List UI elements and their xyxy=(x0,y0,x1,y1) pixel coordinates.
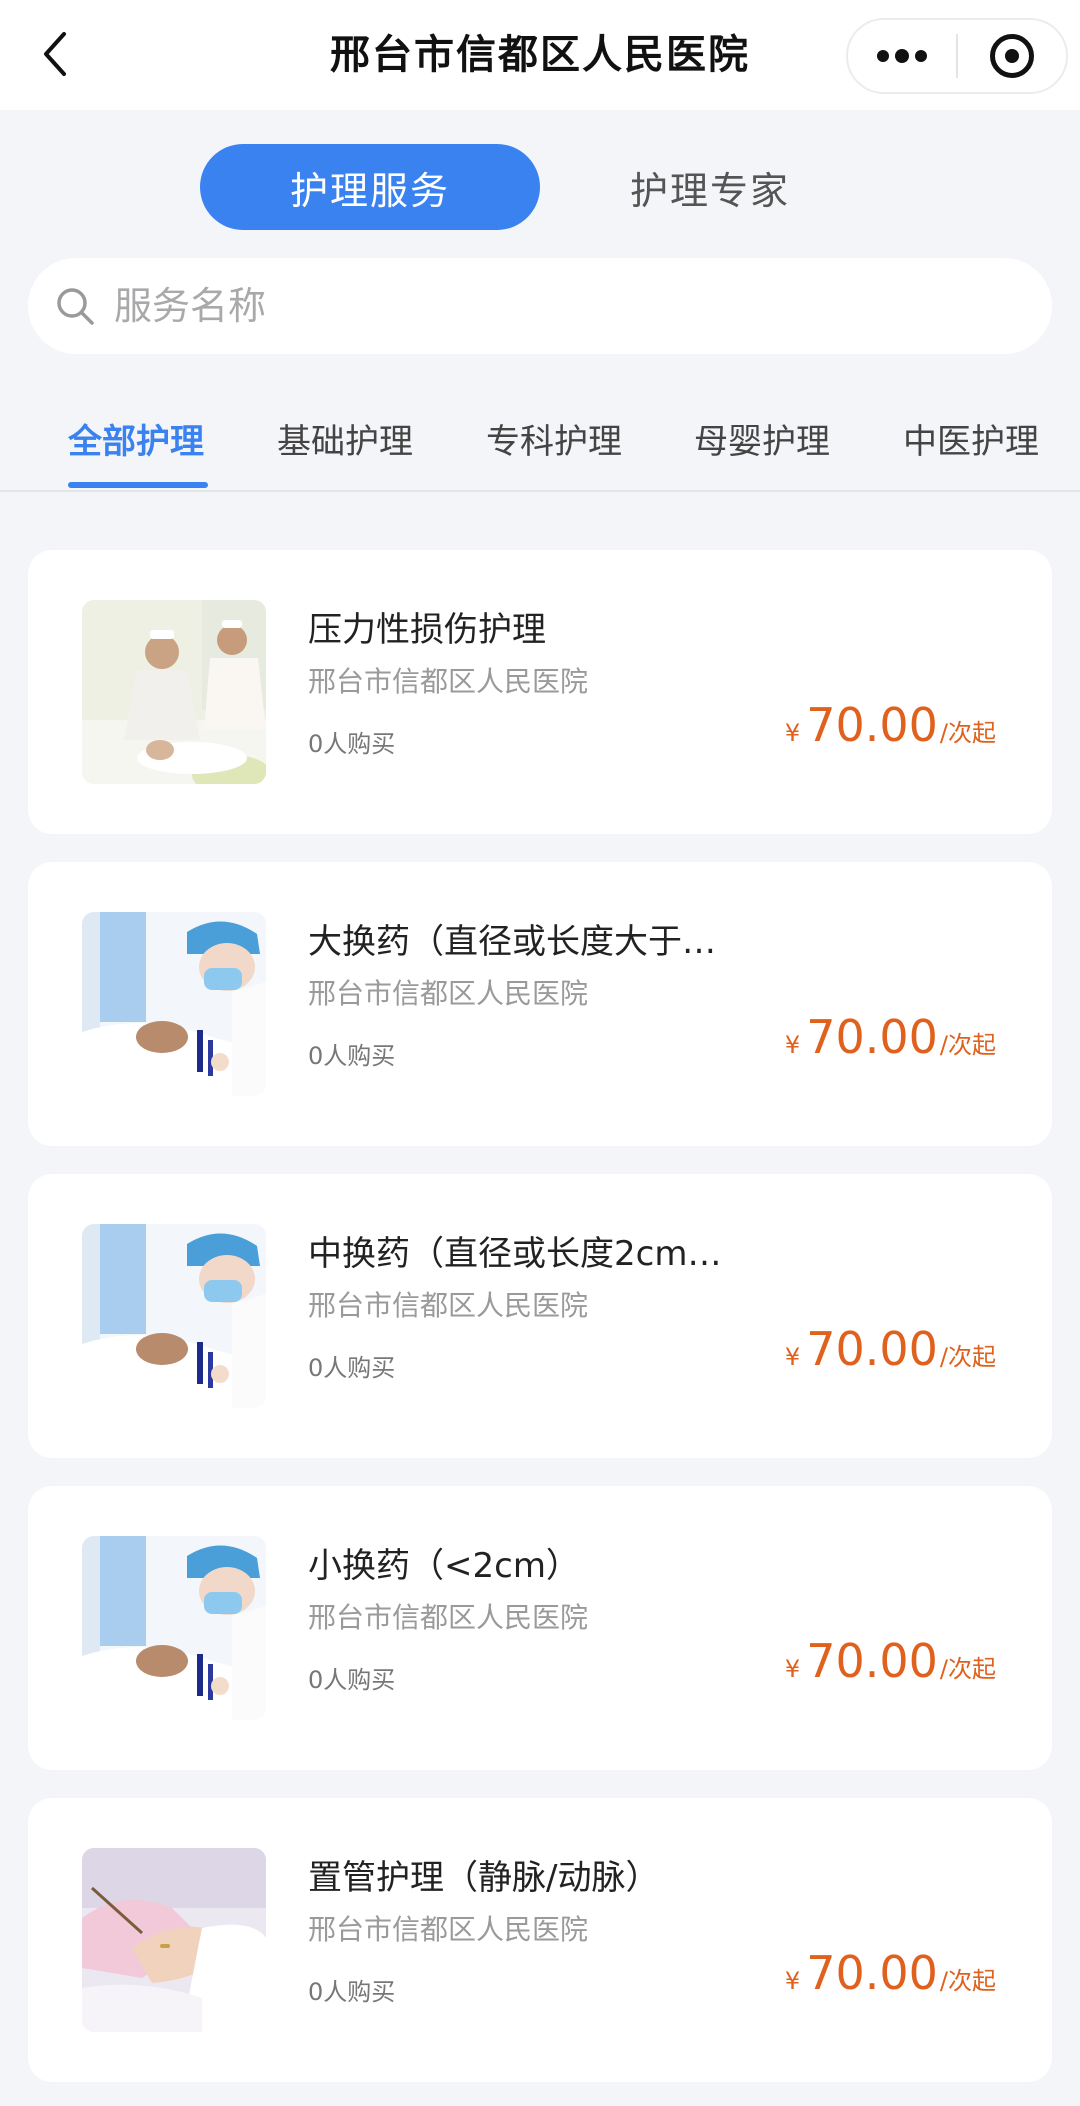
currency-symbol: ¥ xyxy=(784,1031,801,1059)
hands-with-catheter-image xyxy=(82,1848,266,2032)
close-miniprogram-button[interactable] xyxy=(958,20,1066,92)
price-unit: /次起 xyxy=(939,1343,996,1371)
nurse-dressing-wound-image xyxy=(82,1224,266,1408)
currency-symbol: ¥ xyxy=(784,719,801,747)
target-icon xyxy=(989,34,1034,78)
service-card[interactable]: 大换药（直径或长度大于… 邢台市信都区人民医院 0人购买 ¥ 70.00 /次起 xyxy=(28,862,1052,1146)
hospital-name: 邢台市信都区人民医院 xyxy=(308,1601,589,1634)
price: ¥ 70.00 /次起 xyxy=(785,698,996,752)
more-button[interactable] xyxy=(848,20,956,92)
tab-nursing-service[interactable]: 护理服务 xyxy=(200,144,540,230)
mini-program-capsule xyxy=(846,18,1068,94)
service-title: 置管护理（静脉/动脉） xyxy=(308,1858,660,1898)
price-amount: 70.00 xyxy=(806,1946,938,2000)
price-amount: 70.00 xyxy=(806,1322,938,1376)
service-card[interactable]: 置管护理（静脉/动脉） 邢台市信都区人民医院 0人购买 ¥ 70.00 /次起 xyxy=(28,1798,1052,2082)
price: ¥ 70.00 /次起 xyxy=(785,1946,996,2000)
purchase-count: 0人购买 xyxy=(308,1666,396,1694)
price-unit: /次起 xyxy=(939,719,996,747)
price-unit: /次起 xyxy=(939,1031,996,1059)
service-thumbnail xyxy=(82,1848,266,2032)
purchase-count: 0人购买 xyxy=(308,730,396,758)
price: ¥ 70.00 /次起 xyxy=(785,1634,996,1688)
price-amount: 70.00 xyxy=(806,1634,938,1688)
purchase-count: 0人购买 xyxy=(308,1354,396,1382)
tab-maternal-infant-nursing[interactable]: 母婴护理 xyxy=(694,414,830,463)
price: ¥ 70.00 /次起 xyxy=(785,1010,996,1064)
service-thumbnail xyxy=(82,600,266,784)
hospital-name: 邢台市信都区人民医院 xyxy=(308,1913,589,1946)
service-card[interactable]: 压力性损伤护理 邢台市信都区人民医院 0人购买 ¥ 70.00 /次起 xyxy=(28,550,1052,834)
currency-symbol: ¥ xyxy=(784,1655,801,1683)
more-dots-icon-center xyxy=(895,49,909,63)
tab-tcm-nursing[interactable]: 中医护理 xyxy=(903,414,1039,463)
nav-bar: 邢台市信都区人民医院 xyxy=(0,0,1080,110)
nurse-dressing-wound-image xyxy=(82,912,266,1096)
service-thumbnail xyxy=(82,912,266,1096)
more-dots-icon xyxy=(877,50,889,62)
active-tab-indicator xyxy=(68,482,208,488)
service-thumbnail xyxy=(82,1224,266,1408)
service-thumbnail xyxy=(82,1536,266,1720)
category-tabs: 全部护理 基础护理 专科护理 母婴护理 中医护理 xyxy=(0,396,1080,492)
price-amount: 70.00 xyxy=(806,698,938,752)
tab-specialty-nursing[interactable]: 专科护理 xyxy=(486,414,622,463)
service-card[interactable]: 中换药（直径或长度2cm… 邢台市信都区人民医院 0人购买 ¥ 70.00 /次… xyxy=(28,1174,1052,1458)
hospital-name: 邢台市信都区人民医院 xyxy=(308,1289,589,1322)
purchase-count: 0人购买 xyxy=(308,1978,396,2006)
price-unit: /次起 xyxy=(939,1967,996,1995)
tab-basic-nursing[interactable]: 基础护理 xyxy=(277,414,413,463)
hospital-name: 邢台市信都区人民医院 xyxy=(308,665,589,698)
price: ¥ 70.00 /次起 xyxy=(785,1322,996,1376)
search-icon xyxy=(57,288,94,325)
price-unit: /次起 xyxy=(939,1655,996,1683)
search-bar[interactable] xyxy=(28,258,1052,354)
service-title: 大换药（直径或长度大于… xyxy=(308,922,716,962)
service-title: 小换药（<2cm） xyxy=(308,1546,580,1586)
service-card[interactable]: 小换药（<2cm） 邢台市信都区人民医院 0人购买 ¥ 70.00 /次起 xyxy=(28,1486,1052,1770)
currency-symbol: ¥ xyxy=(784,1343,801,1371)
service-title: 中换药（直径或长度2cm… xyxy=(308,1234,722,1274)
hospital-name: 邢台市信都区人民医院 xyxy=(308,977,589,1010)
currency-symbol: ¥ xyxy=(784,1967,801,1995)
tab-nursing-expert[interactable]: 护理专家 xyxy=(540,144,880,230)
search-input[interactable] xyxy=(114,284,914,328)
price-amount: 70.00 xyxy=(806,1010,938,1064)
service-type-switch: 护理服务 护理专家 xyxy=(0,144,1080,230)
more-dots-icon-right xyxy=(915,50,927,62)
nurses-turning-patient-image xyxy=(82,600,266,784)
tab-all-nursing[interactable]: 全部护理 xyxy=(68,414,204,463)
nurse-dressing-wound-image xyxy=(82,1536,266,1720)
service-title: 压力性损伤护理 xyxy=(308,610,546,650)
purchase-count: 0人购买 xyxy=(308,1042,396,1070)
